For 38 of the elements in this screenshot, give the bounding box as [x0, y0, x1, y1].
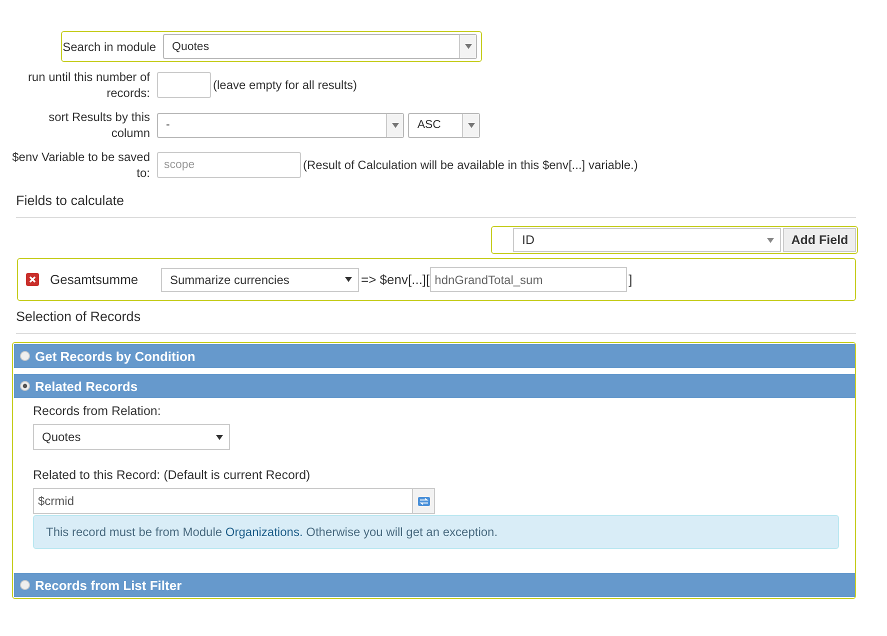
field-label: Search in module [62, 38, 157, 54]
caret-icon [459, 35, 476, 58]
variable-field[interactable]: hdnGrandTotal_sum [430, 267, 627, 292]
operation-select[interactable]: Summarize currencies [161, 268, 359, 292]
field-name: Gesamtsumme [50, 272, 140, 287]
caret-icon [462, 114, 479, 136]
field-label: Related to this Record: (Default is current Record) [33, 468, 312, 482]
add-field-button[interactable]: Add Field [783, 228, 856, 252]
radio-button[interactable] [20, 381, 30, 391]
field-label: run until this number of records: [26, 69, 151, 101]
radio-button[interactable] [20, 580, 30, 590]
radio-button[interactable] [20, 351, 30, 361]
info-message: This record must be from Module Organizations. Otherwise you will get an exception. [33, 515, 839, 549]
field-hint: (leave empty for all results) [213, 78, 358, 92]
swap-icon [418, 496, 430, 506]
record-field[interactable]: $crmid [33, 488, 413, 514]
delete-icon[interactable] [26, 273, 39, 286]
number-field[interactable] [157, 72, 211, 98]
column-select[interactable]: - [157, 112, 404, 138]
caret-icon [216, 434, 223, 440]
field-label: sort Results by this column [48, 109, 151, 141]
field-label: $env Variable to be saved to: [11, 149, 151, 181]
caret-icon [386, 114, 404, 136]
order-select[interactable]: ASC [408, 112, 480, 138]
organizations-link[interactable]: Organizations. [225, 525, 303, 539]
env-prefix: => $env[...][ [361, 272, 430, 287]
variable-field[interactable]: scope [157, 152, 301, 178]
env-suffix: ] [628, 272, 632, 287]
field-hint: (Result of Calculation will be available in this $env[...] variable.) [303, 158, 638, 172]
relation-select[interactable]: Quotes [33, 424, 230, 450]
field-label: Records from Relation: [33, 404, 162, 418]
field-select[interactable]: ID [513, 228, 782, 252]
caret-icon [345, 277, 352, 282]
caret-icon [767, 238, 774, 242]
section-title: Fields to calculate [16, 193, 126, 208]
module-select[interactable]: Quotes [163, 34, 477, 59]
record-picker-button[interactable] [413, 488, 435, 514]
section-title: Selection of Records [16, 309, 142, 324]
